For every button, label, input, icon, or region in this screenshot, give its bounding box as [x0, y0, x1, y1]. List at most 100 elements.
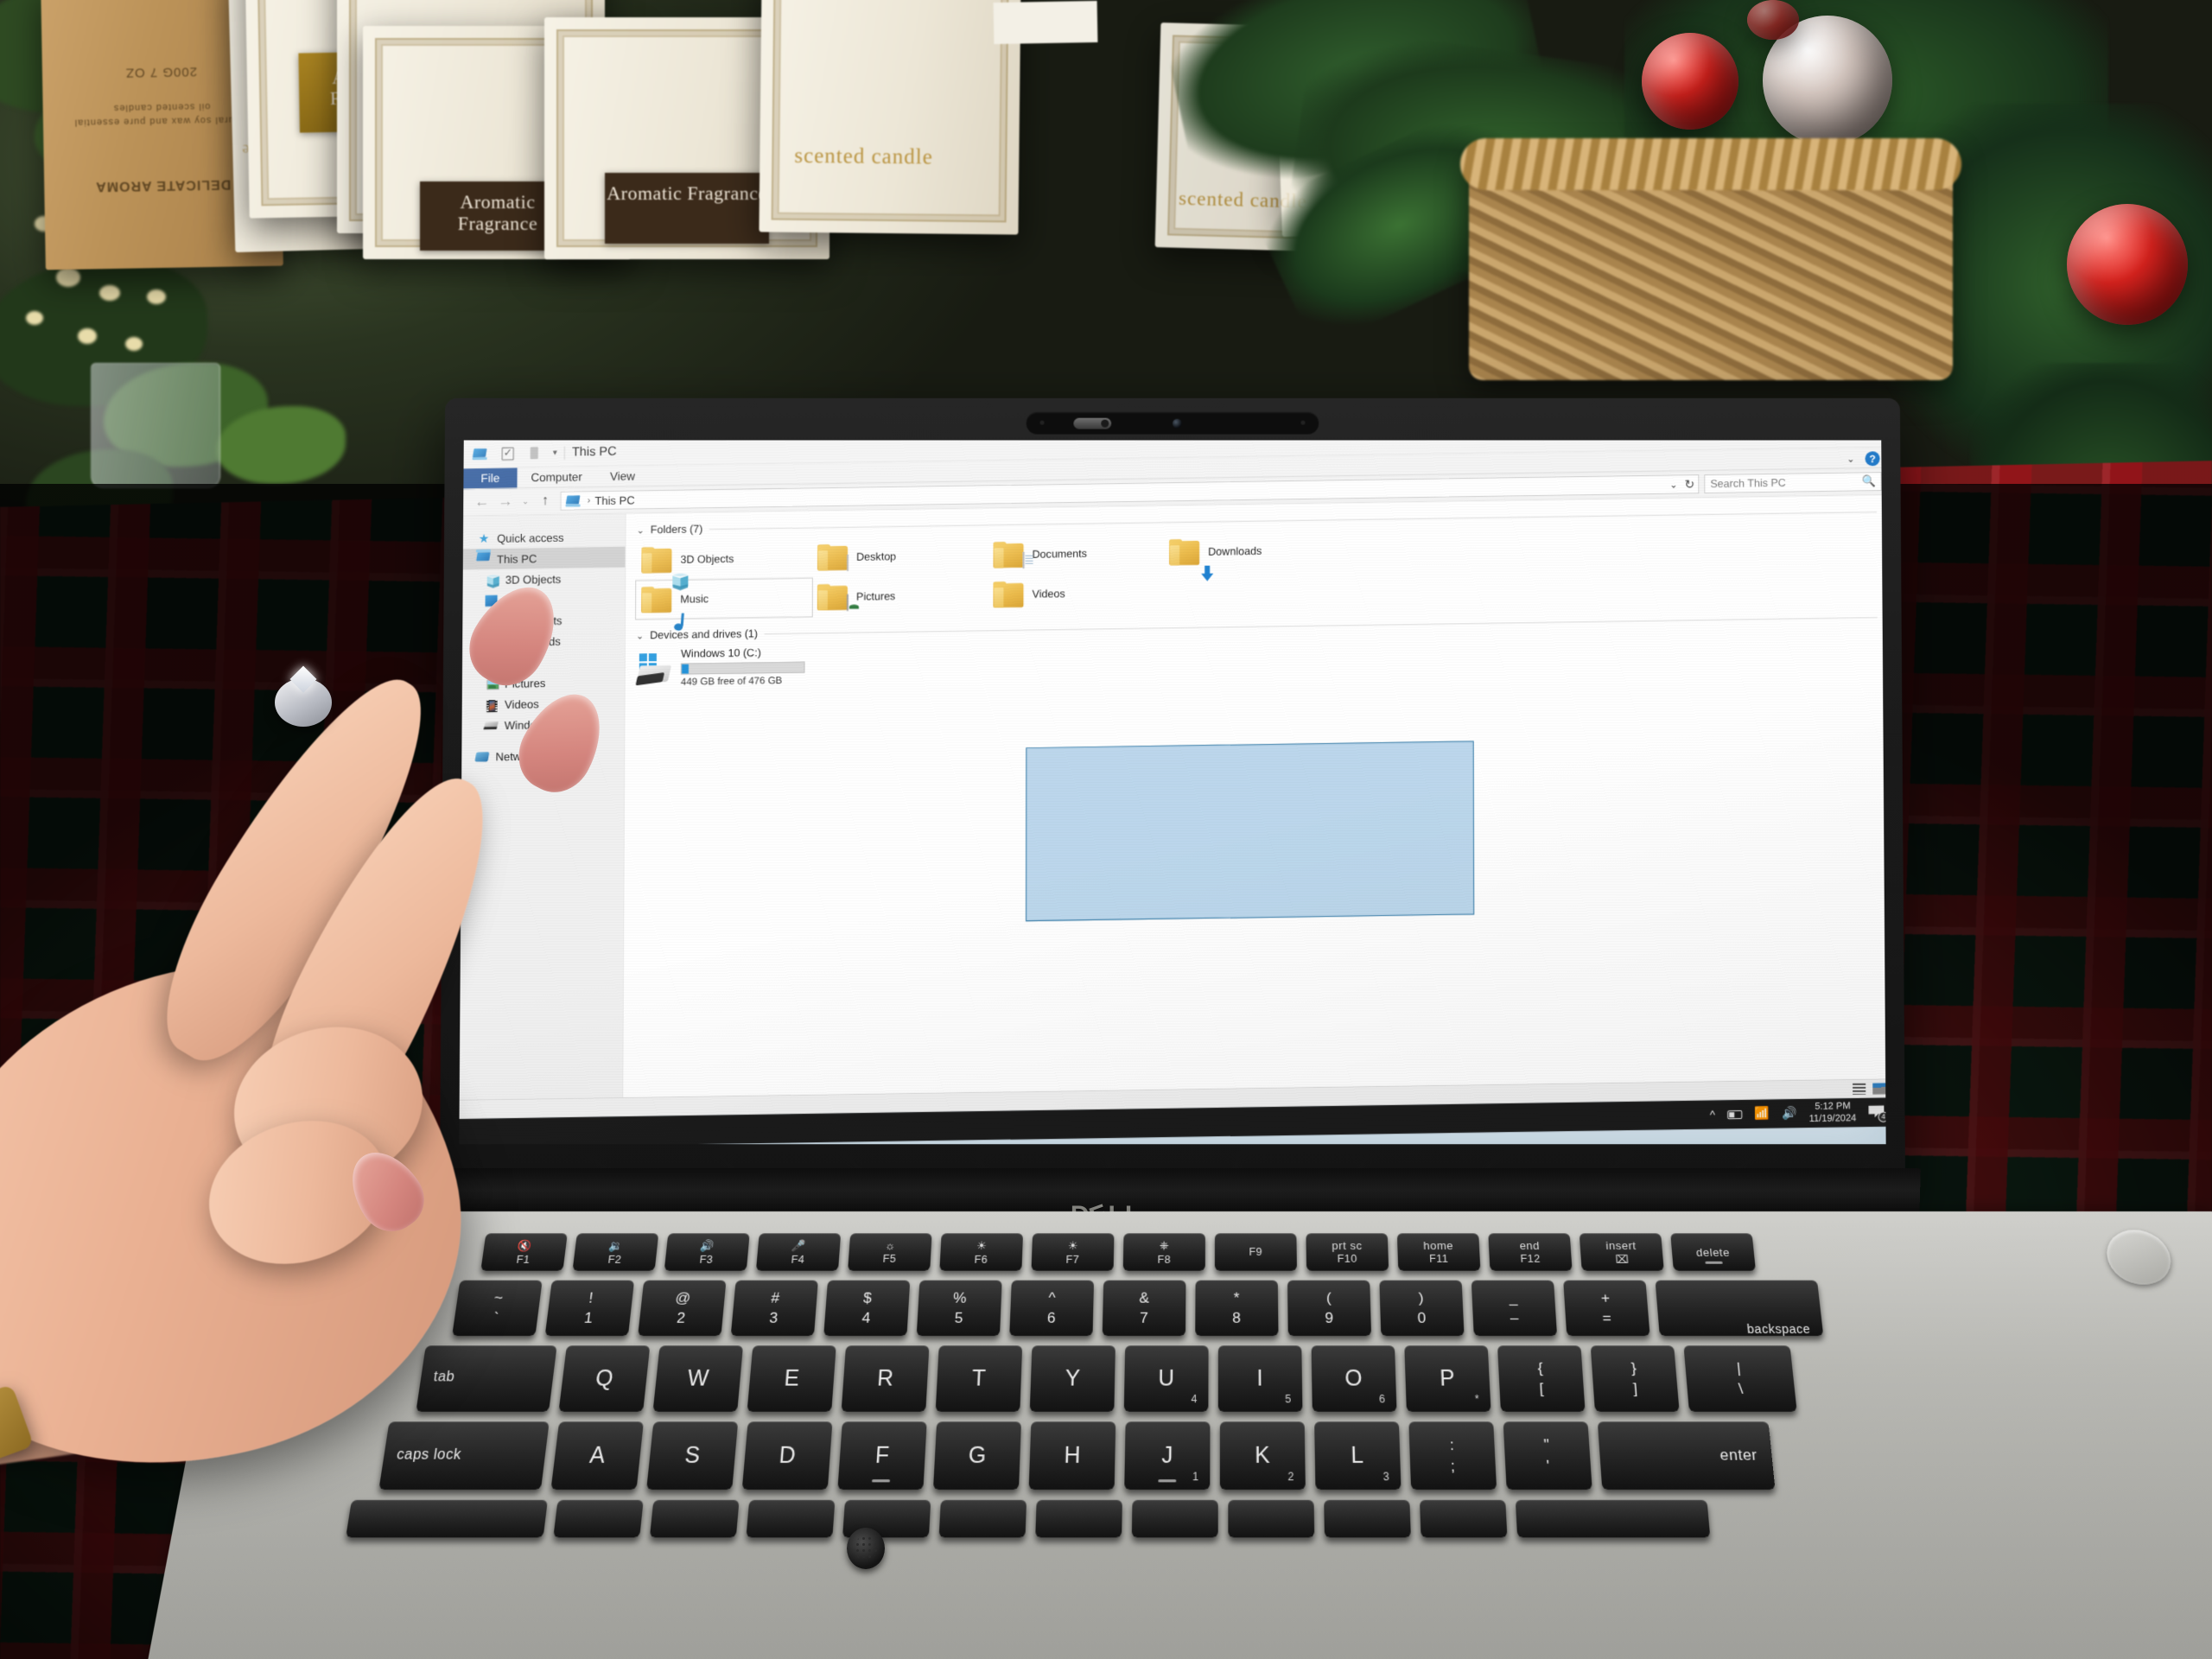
key-j[interactable]: J1: [1124, 1421, 1211, 1491]
key-f10-prtsc[interactable]: prt sc F10: [1306, 1233, 1389, 1271]
clock-date: 11/19/2024: [1808, 1112, 1857, 1124]
key-enter[interactable]: enter: [1597, 1421, 1776, 1491]
window-title: This PC: [571, 444, 617, 460]
tab-file[interactable]: File: [463, 467, 518, 490]
key-bracket-right[interactable]: } ]: [1590, 1345, 1680, 1412]
key-backslash[interactable]: | \: [1683, 1345, 1797, 1412]
key-o[interactable]: O6: [1311, 1345, 1397, 1412]
webcam-module: [1026, 411, 1319, 435]
sidebar-item-3d-objects[interactable]: 3D Objects: [463, 568, 626, 591]
key-7[interactable]: & 7: [1102, 1280, 1186, 1337]
folder-tile-downloads[interactable]: Downloads: [1164, 531, 1340, 571]
tab-computer[interactable]: Computer: [517, 467, 596, 488]
key-f7[interactable]: ☀ F7: [1031, 1233, 1115, 1271]
key-bracket-left[interactable]: { [: [1497, 1345, 1586, 1412]
key-f12-end[interactable]: end F12: [1488, 1233, 1573, 1271]
expand-ribbon-icon[interactable]: ⌄: [1847, 454, 1854, 465]
this-pc-icon: [567, 495, 582, 506]
show-hidden-icons[interactable]: ^: [1710, 1108, 1715, 1121]
up-button[interactable]: ↑: [533, 489, 556, 512]
new-folder-icon[interactable]: [526, 445, 543, 461]
folder-icon: [1169, 538, 1201, 566]
key-9[interactable]: (9: [1287, 1280, 1372, 1337]
notification-count: 4: [1878, 1110, 1886, 1122]
key-f11-home[interactable]: home F11: [1396, 1233, 1481, 1271]
videos-icon: [485, 697, 499, 713]
sidebar-item-this-pc[interactable]: This PC: [462, 546, 626, 570]
key-shift-right[interactable]: [1515, 1499, 1711, 1538]
ribbon-right-controls: ⌄ ?: [1847, 451, 1880, 467]
key-semicolon[interactable]: : ;: [1408, 1421, 1497, 1491]
chevron-down-icon[interactable]: ⌄: [637, 524, 645, 536]
key-period[interactable]: [1324, 1499, 1411, 1538]
list-view-icon[interactable]: [1853, 1083, 1866, 1095]
back-button[interactable]: ←: [470, 490, 493, 513]
properties-icon[interactable]: [499, 445, 516, 461]
folder-icon: [817, 543, 849, 571]
key-m[interactable]: [1131, 1499, 1218, 1538]
battery-icon[interactable]: [1727, 1109, 1743, 1119]
search-input[interactable]: Search This PC 🔍: [1704, 472, 1882, 494]
chevron-down-icon[interactable]: ⌄: [636, 630, 644, 641]
folder-tile-videos[interactable]: Videos: [988, 573, 1164, 613]
folder-tile-music[interactable]: Music: [635, 577, 813, 620]
key-slash[interactable]: [1419, 1499, 1508, 1538]
star-icon: ★: [478, 531, 490, 546]
folder-tile-desktop[interactable]: Desktop: [812, 536, 988, 576]
clock-time: 5:12 PM: [1815, 1101, 1851, 1113]
chevron-down-icon[interactable]: ▾: [553, 448, 557, 457]
key-p[interactable]: P *: [1404, 1345, 1491, 1412]
key-l[interactable]: L3: [1314, 1421, 1402, 1491]
folder-tile-3d-objects[interactable]: 3D Objects: [636, 538, 812, 579]
key-0[interactable]: ) 0: [1379, 1280, 1465, 1337]
key-minus[interactable]: _ –: [1471, 1280, 1558, 1337]
recent-locations-icon[interactable]: ⌄: [517, 490, 533, 513]
key-f9[interactable]: F9: [1214, 1233, 1297, 1271]
key-8[interactable]: * 8: [1195, 1280, 1279, 1337]
search-icon[interactable]: 🔍: [1861, 474, 1875, 488]
clock[interactable]: 5:12 PM 11/19/2024: [1809, 1101, 1857, 1124]
wifi-icon[interactable]: 📶: [1754, 1106, 1770, 1121]
this-pc-icon[interactable]: [473, 446, 489, 462]
key-equals[interactable]: + =: [1563, 1280, 1650, 1337]
key-u[interactable]: U4: [1123, 1345, 1209, 1412]
key-h[interactable]: H: [1028, 1421, 1116, 1491]
key-i[interactable]: I5: [1217, 1345, 1303, 1412]
desktop-emblem-icon: [847, 554, 849, 571]
key-insert[interactable]: insert ⌧: [1579, 1233, 1664, 1271]
drive-icon: [635, 653, 672, 687]
volume-icon[interactable]: 🔊: [1782, 1106, 1797, 1121]
key-quote[interactable]: " ': [1503, 1421, 1592, 1491]
key-k[interactable]: K2: [1219, 1421, 1306, 1491]
network-icon: [474, 749, 490, 763]
webcam-privacy-shutter[interactable]: [1073, 417, 1112, 429]
notifications-icon[interactable]: 4: [1868, 1103, 1886, 1122]
key-f8[interactable]: ⎈ F8: [1122, 1233, 1205, 1271]
breadcrumb-text: This PC: [594, 493, 635, 507]
key-y[interactable]: Y: [1029, 1345, 1116, 1412]
folder-icon: [993, 581, 1025, 608]
folder-label: Documents: [1032, 547, 1088, 561]
key-6[interactable]: ^ 6: [1009, 1280, 1095, 1337]
refresh-icon[interactable]: ↻: [1685, 477, 1695, 492]
sidebar-item-label: 3D Objects: [505, 572, 562, 587]
tab-view[interactable]: View: [596, 467, 649, 487]
sidebar-item-label: Videos: [504, 696, 539, 711]
help-icon[interactable]: ?: [1865, 451, 1880, 467]
folder-tile-pictures[interactable]: Pictures: [812, 575, 988, 616]
key-delete[interactable]: delete: [1670, 1233, 1756, 1271]
folder-tile-documents[interactable]: Documents: [988, 533, 1164, 574]
sidebar-item-quick-access[interactable]: ★ Quick access: [463, 526, 626, 550]
key-backspace[interactable]: backspace: [1655, 1280, 1824, 1337]
key-n[interactable]: [1035, 1499, 1122, 1538]
folder-label: Downloads: [1208, 544, 1262, 558]
minimize-button[interactable]: [1760, 440, 1802, 449]
history-caret-icon[interactable]: ⌄: [1669, 479, 1677, 490]
folder-label: Videos: [1032, 588, 1065, 601]
details-view-icon[interactable]: [1872, 1083, 1886, 1095]
key-comma[interactable]: [1228, 1499, 1315, 1538]
folder-icon: [993, 541, 1026, 569]
webcam-lens: [1173, 418, 1182, 429]
folder-label: Desktop: [856, 550, 897, 563]
forward-button[interactable]: →: [493, 490, 517, 513]
